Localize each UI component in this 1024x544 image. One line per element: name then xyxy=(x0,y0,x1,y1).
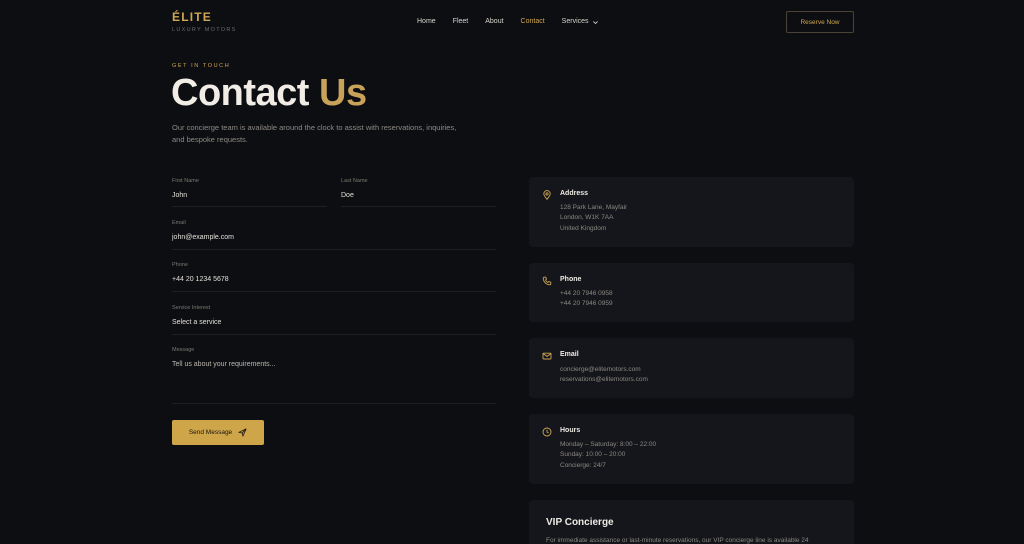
vip-concierge-card: VIP Concierge For immediate assistance o… xyxy=(529,500,854,544)
page-title-accent: Us xyxy=(319,72,367,114)
address-line: London, W1K 7AA xyxy=(560,214,614,222)
send-icon xyxy=(238,428,247,437)
map-pin-icon xyxy=(543,190,551,200)
hours-card: Hours Monday – Saturday: 8:00 – 22:00 Su… xyxy=(529,414,854,484)
hours-title: Hours xyxy=(560,427,581,434)
last-name-label: Last Name xyxy=(341,178,368,184)
vip-text: For immediate assistance or last-minute … xyxy=(546,537,809,544)
nav-contact[interactable]: Contact xyxy=(521,17,545,27)
nav-fleet[interactable]: Fleet xyxy=(453,17,469,27)
nav-home[interactable]: Home xyxy=(417,17,436,27)
hero-subtitle: Our concierge team is available around t… xyxy=(172,123,457,144)
hours-line: Monday – Saturday: 8:00 – 22:00 xyxy=(560,441,657,448)
nav-services-label: Services xyxy=(561,18,589,25)
email-field[interactable]: Email john@example.com xyxy=(172,220,234,241)
nav-services[interactable]: Services xyxy=(562,17,599,27)
message-underline xyxy=(172,403,496,404)
message-textarea[interactable]: Tell us about your requirements... xyxy=(172,361,276,368)
address-title: Address xyxy=(560,190,589,197)
vip-title: VIP Concierge xyxy=(546,517,614,528)
email-title: Email xyxy=(560,351,579,358)
site-header: ÉLITE LUXURY MOTORS Home Fleet About Con… xyxy=(0,0,1024,46)
service-interest-field[interactable]: Service Interest Select a service xyxy=(172,305,221,326)
phone-label: Phone xyxy=(172,262,188,268)
email-label: Email xyxy=(172,220,186,226)
email-line[interactable]: concierge@elitemotors.com xyxy=(560,365,648,375)
service-interest-select[interactable]: Select a service xyxy=(172,319,221,326)
email-underline xyxy=(172,249,496,250)
send-message-button[interactable]: Send Message xyxy=(172,420,264,445)
service-interest-label: Service Interest xyxy=(172,305,211,311)
service-underline xyxy=(172,334,496,335)
nav-about[interactable]: About xyxy=(485,17,503,27)
brand-name: ÉLITE xyxy=(172,10,213,24)
page-title: Contact Us xyxy=(171,71,367,115)
hours-lines: Monday – Saturday: 8:00 – 22:00 Sunday: … xyxy=(560,440,656,471)
first-name-input[interactable]: John xyxy=(172,192,199,199)
phone-input[interactable]: +44 20 1234 5678 xyxy=(172,276,229,283)
last-name-input[interactable]: Doe xyxy=(341,192,368,199)
hours-line: Sunday: 10:00 – 20:00 xyxy=(560,451,626,459)
hero-eyebrow: GET IN TOUCH xyxy=(172,63,231,69)
address-line: United Kingdom xyxy=(560,224,607,232)
phone-underline xyxy=(172,291,496,292)
hours-line: Concierge: 24/7 xyxy=(560,461,606,469)
phone-field[interactable]: Phone +44 20 1234 5678 xyxy=(172,262,229,283)
last-name-field[interactable]: Last Name Doe xyxy=(341,178,368,199)
phone-icon xyxy=(542,276,552,286)
chevron-down-icon xyxy=(592,20,598,24)
email-input[interactable]: john@example.com xyxy=(172,234,234,241)
brand-logo[interactable]: ÉLITE LUXURY MOTORS xyxy=(172,10,237,34)
phone-card: Phone +44 20 7946 0958 +44 20 7946 0959 xyxy=(529,263,854,322)
address-card: Address 128 Park Lane, Mayfair London, W… xyxy=(529,177,854,247)
email-card: Email concierge@elitemotors.com reservat… xyxy=(529,338,854,398)
brand-tagline: LUXURY MOTORS xyxy=(172,27,237,33)
phone-title: Phone xyxy=(560,276,582,283)
mail-icon xyxy=(542,352,552,360)
address-lines: 128 Park Lane, Mayfair London, W1K 7AA U… xyxy=(560,203,627,234)
first-name-underline xyxy=(172,206,327,207)
message-field[interactable]: Message Tell us about your requirements.… xyxy=(172,347,276,368)
email-line[interactable]: reservations@elitemotors.com xyxy=(560,375,648,385)
address-line: 128 Park Lane, Mayfair xyxy=(560,204,628,211)
phone-line[interactable]: +44 20 7946 0958 xyxy=(560,289,613,299)
phone-lines: +44 20 7946 0958 +44 20 7946 0959 xyxy=(560,289,613,310)
main-nav: Home Fleet About Contact Services xyxy=(417,17,616,27)
phone-line[interactable]: +44 20 7946 0959 xyxy=(560,299,613,309)
message-label: Message xyxy=(172,347,195,353)
page-title-main: Contact xyxy=(171,72,309,114)
last-name-underline xyxy=(341,206,496,207)
email-lines: concierge@elitemotors.com reservations@e… xyxy=(560,365,648,386)
clock-icon xyxy=(542,427,552,437)
send-message-label: Send Message xyxy=(188,429,233,436)
reserve-now-button[interactable]: Reserve Now xyxy=(786,11,854,33)
first-name-field[interactable]: First Name John xyxy=(172,178,199,199)
first-name-label: First Name xyxy=(172,178,199,184)
